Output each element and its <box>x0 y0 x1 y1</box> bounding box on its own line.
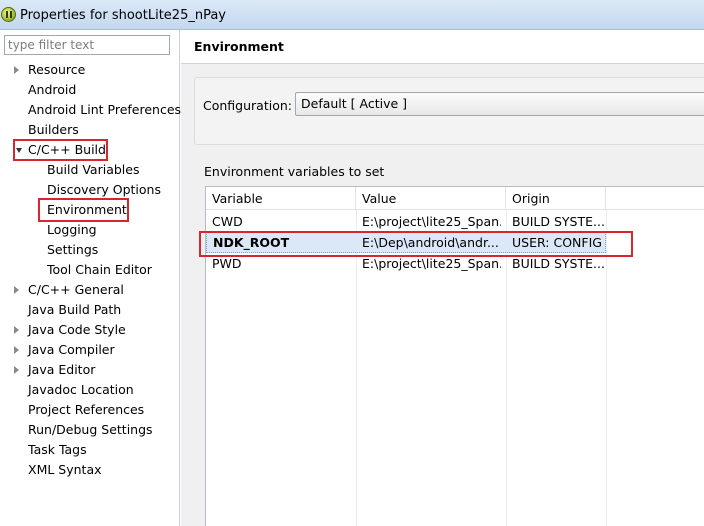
tree-item-label: Java Code Style <box>28 322 126 337</box>
tree-item-java-compiler[interactable]: Java Compiler <box>14 340 115 360</box>
column-header-origin[interactable]: Origin <box>506 187 606 210</box>
tree-item-project-references[interactable]: Project References <box>28 400 144 420</box>
cell-origin: BUILD SYSTE... <box>512 256 604 271</box>
page-title: Environment <box>194 39 284 54</box>
column-header-value[interactable]: Value <box>356 187 506 210</box>
configuration-value: Default [ Active ] <box>301 96 408 111</box>
window-titlebar: Properties for shootLite25_nPay <box>0 0 704 30</box>
tree-item-label: Task Tags <box>28 442 87 457</box>
property-page: Environment Configuration: Default [ Act… <box>181 30 704 526</box>
filter-input[interactable] <box>4 35 170 55</box>
expand-arrow-icon[interactable] <box>14 366 19 374</box>
tree-item-environment[interactable]: Environment <box>47 200 127 220</box>
cell-value: E:\project\lite25_Span... <box>362 256 501 271</box>
tree-item-label: Environment <box>47 202 127 217</box>
tree-item-discovery-options[interactable]: Discovery Options <box>47 180 161 200</box>
column-header-variable[interactable]: Variable <box>206 187 356 210</box>
tree-item-label: Javadoc Location <box>28 382 134 397</box>
tree-item-label: Java Compiler <box>28 342 115 357</box>
tree-item-run-debug-settings[interactable]: Run/Debug Settings <box>28 420 153 440</box>
cell-variable: PWD <box>212 256 242 271</box>
tree-item-settings[interactable]: Settings <box>47 240 98 260</box>
tree-item-label: Android <box>28 82 77 97</box>
tree-item-label: Run/Debug Settings <box>28 422 153 437</box>
collapse-arrow-icon[interactable] <box>16 148 22 153</box>
cell-value: E:\project\lite25_Span... <box>362 214 501 229</box>
tree-item-label: C/C++ General <box>28 282 124 297</box>
env-variables-table[interactable]: Variable Value Origin CWD E:\project\lit… <box>205 186 704 526</box>
expand-arrow-icon[interactable] <box>14 286 19 294</box>
tree-item-tool-chain-editor[interactable]: Tool Chain Editor <box>47 260 152 280</box>
tree-item-label: Logging <box>47 222 97 237</box>
tree-item-label: Android Lint Preferences <box>28 102 182 117</box>
env-variables-label: Environment variables to set <box>204 164 385 179</box>
tree-item-label: Build Variables <box>47 162 140 177</box>
table-row[interactable]: CWD E:\project\lite25_Span... BUILD SYST… <box>206 211 606 232</box>
cell-variable: CWD <box>212 214 243 229</box>
tree-item-label: Project References <box>28 402 145 417</box>
table-row-selected[interactable]: NDK_ROOT E:\Dep\android\andr... USER: CO… <box>206 232 606 253</box>
tree-item-builders[interactable]: Builders <box>28 120 79 140</box>
tree-item-label: C/C++ Build <box>28 142 106 157</box>
cell-origin: USER: CONFIG <box>512 235 602 250</box>
configuration-label: Configuration: <box>203 98 292 113</box>
expand-arrow-icon[interactable] <box>14 326 19 334</box>
tree-item-java-build-path[interactable]: Java Build Path <box>28 300 121 320</box>
tree-item-build-variables[interactable]: Build Variables <box>47 160 139 180</box>
tree-item-android[interactable]: Android <box>28 80 76 100</box>
page-header: Environment <box>181 30 704 64</box>
tree-item-label: Discovery Options <box>47 182 161 197</box>
column-header-filler <box>606 187 704 210</box>
tree-item-label: XML Syntax <box>28 462 102 477</box>
cell-variable: NDK_ROOT <box>213 235 290 250</box>
tree-item-cpp-general[interactable]: C/C++ General <box>14 280 124 300</box>
tree-item-java-code-style[interactable]: Java Code Style <box>14 320 126 340</box>
tree-item-android-lint-preferences[interactable]: Android Lint Preferences <box>28 100 181 120</box>
expand-arrow-icon[interactable] <box>14 66 19 74</box>
tree-item-xml-syntax[interactable]: XML Syntax <box>28 460 102 480</box>
table-row[interactable]: PWD E:\project\lite25_Span... BUILD SYST… <box>206 253 606 274</box>
tree-item-resource[interactable]: Resource <box>14 60 86 80</box>
tree-item-java-editor[interactable]: Java Editor <box>14 360 96 380</box>
window-title: Properties for shootLite25_nPay <box>20 8 227 23</box>
cell-value: E:\Dep\android\andr... <box>362 235 499 250</box>
tree-item-label: Builders <box>28 122 79 137</box>
tree-item-cpp-build[interactable]: C/C++ Build <box>16 140 106 160</box>
tree-item-label: Java Editor <box>28 362 96 377</box>
tree-item-label: Resource <box>28 62 86 77</box>
tree-item-label: Java Build Path <box>28 302 122 317</box>
configuration-group: Configuration: Default [ Active ] <box>194 77 704 145</box>
tree-item-logging[interactable]: Logging <box>47 220 97 240</box>
tree-item-label: Tool Chain Editor <box>47 262 152 277</box>
property-tree-pane: Resource Android Android Lint Preference… <box>0 30 181 526</box>
tree-item-task-tags[interactable]: Task Tags <box>28 440 87 460</box>
cell-origin: BUILD SYSTE... <box>512 214 604 229</box>
tree-item-javadoc-location[interactable]: Javadoc Location <box>28 380 134 400</box>
app-icon <box>1 7 16 22</box>
tree-item-label: Settings <box>47 242 99 257</box>
configuration-select[interactable]: Default [ Active ] <box>295 92 704 116</box>
column-divider <box>606 210 607 526</box>
expand-arrow-icon[interactable] <box>14 346 19 354</box>
